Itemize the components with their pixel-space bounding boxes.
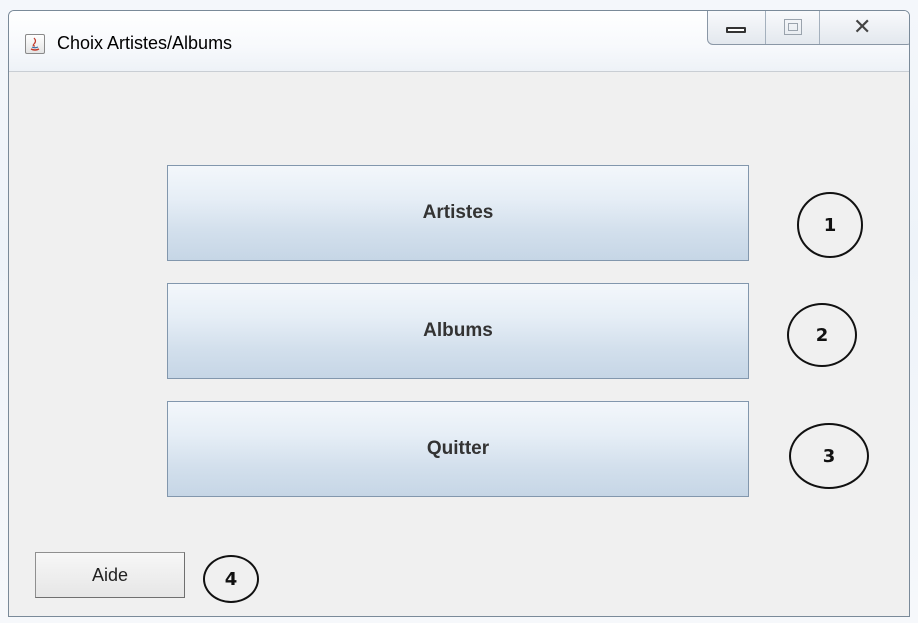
client-area: Artistes Albums Quitter Aide 1 2 3 4 xyxy=(9,71,909,616)
callout-3: 3 xyxy=(789,423,869,489)
albums-button[interactable]: Albums xyxy=(167,283,749,379)
close-icon: ✕ xyxy=(853,15,872,40)
callout-1: 1 xyxy=(797,192,863,258)
artistes-button[interactable]: Artistes xyxy=(167,165,749,261)
caption-buttons: ✕ xyxy=(707,11,909,45)
minimize-button[interactable] xyxy=(708,11,766,44)
callout-2: 2 xyxy=(787,303,857,367)
app-window: Choix Artistes/Albums ✕ Artistes Albums … xyxy=(8,10,910,617)
java-app-icon[interactable] xyxy=(25,34,45,54)
callout-4: 4 xyxy=(203,555,259,603)
aide-button[interactable]: Aide xyxy=(35,552,185,598)
minimize-icon xyxy=(726,27,746,33)
maximize-icon xyxy=(784,19,802,35)
title-bar[interactable]: Choix Artistes/Albums ✕ xyxy=(9,11,909,71)
maximize-button[interactable] xyxy=(766,11,820,44)
close-button[interactable]: ✕ xyxy=(820,11,909,44)
window-title: Choix Artistes/Albums xyxy=(57,33,233,53)
quitter-button[interactable]: Quitter xyxy=(167,401,749,497)
